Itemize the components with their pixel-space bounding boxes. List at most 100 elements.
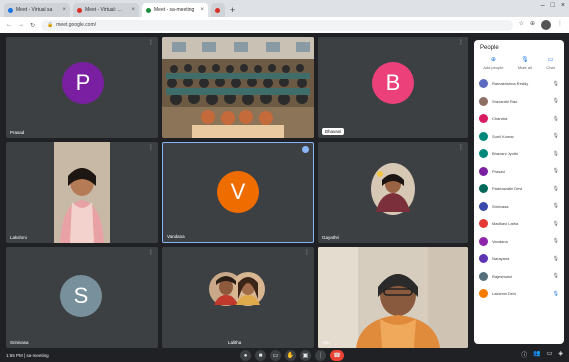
reload-icon[interactable]: ↻ bbox=[30, 22, 35, 29]
call-controls: ● ■ ▭ ✋ ▣ ⋮ ☎ bbox=[240, 350, 344, 361]
participant-tile-srinivasa[interactable]: S ⋮ Srinivasa bbox=[6, 247, 158, 348]
mic-icon[interactable]: 🎙 bbox=[553, 256, 559, 262]
mic-icon[interactable]: 🎙 bbox=[553, 168, 559, 174]
participant-name: You bbox=[322, 340, 330, 345]
browser-tab-3[interactable]: Meet - sa-meeting × bbox=[142, 3, 208, 17]
avatar bbox=[479, 79, 488, 89]
new-tab-button[interactable]: + bbox=[230, 5, 235, 15]
list-item[interactable]: Srinivasa 🎙 bbox=[474, 198, 564, 216]
mic-icon[interactable]: 🎙 bbox=[553, 186, 559, 192]
list-item[interactable]: Madhavi Latha 🎙 bbox=[474, 215, 564, 233]
camera-icon[interactable]: ■ bbox=[255, 350, 266, 361]
tab-label: Meet - Virtual: … bbox=[85, 7, 123, 13]
list-item[interactable]: Bhavani Jyothi 🎙 bbox=[474, 145, 564, 163]
participant-photo bbox=[371, 163, 415, 215]
close-tab-icon[interactable]: × bbox=[131, 7, 135, 13]
participant-tile-gayathri[interactable]: ⋮ Gayathri bbox=[318, 142, 468, 243]
avatar bbox=[479, 219, 488, 229]
participant-tile-lakshmi[interactable]: ⋮ Lakshmi bbox=[6, 142, 158, 243]
mic-icon[interactable]: 🎙 bbox=[553, 203, 559, 209]
mic-icon[interactable]: 🎙 bbox=[553, 151, 559, 157]
close-tab-icon[interactable]: × bbox=[62, 7, 66, 13]
list-item[interactable]: Chandra 🎙 bbox=[474, 110, 564, 128]
mic-icon[interactable]: 🎙 bbox=[553, 221, 559, 227]
lock-icon: 🔒 bbox=[47, 22, 54, 28]
extensions-icon[interactable]: ⊕ bbox=[530, 20, 535, 30]
back-icon[interactable]: ← bbox=[6, 22, 12, 28]
more-icon[interactable]: ⋮ bbox=[315, 350, 326, 361]
forward-icon[interactable]: → bbox=[18, 22, 24, 28]
toolbar-right: ☆ ⊕ ⋮ bbox=[519, 20, 563, 30]
browser-chrome: Meet - Virtual sa × Meet - Virtual: … × … bbox=[0, 0, 569, 33]
avatar: P bbox=[62, 62, 104, 104]
chat-button[interactable]: ▭ Chat bbox=[546, 56, 554, 70]
list-item[interactable]: Rajeshwari 🎙 bbox=[474, 268, 564, 286]
people-panel: People ⊕ Add people 🎙 Mute all ▭ Chat Ra… bbox=[474, 40, 564, 344]
people-icon[interactable]: 👥 bbox=[533, 350, 540, 359]
list-item[interactable]: Ramakrishna Reddy 🎙 bbox=[474, 75, 564, 93]
tab-label: Meet - sa-meeting bbox=[154, 7, 195, 13]
add-people-button[interactable]: ⊕ Add people bbox=[483, 56, 503, 70]
list-item[interactable]: Narayana 🎙 bbox=[474, 250, 564, 268]
mic-icon[interactable]: 🎙 bbox=[553, 273, 559, 279]
list-item[interactable]: Vandana 🎙 bbox=[474, 233, 564, 251]
browser-tab-2[interactable]: Meet - Virtual: … × bbox=[73, 3, 139, 17]
avatar bbox=[479, 236, 488, 246]
participant-name: Gayathri bbox=[322, 235, 340, 240]
mic-icon[interactable]: 🎙 bbox=[553, 238, 559, 244]
window-controls: – □ × bbox=[541, 2, 565, 9]
menu-icon[interactable]: ⋮ bbox=[557, 20, 563, 30]
close-window-icon[interactable]: × bbox=[561, 2, 565, 9]
mic-icon[interactable]: 🎙 bbox=[553, 116, 559, 122]
participant-name: Srinivasa bbox=[10, 340, 29, 345]
list-item[interactable]: Prasad 🎙 bbox=[474, 163, 564, 181]
chat-icon[interactable]: ▭ bbox=[547, 350, 553, 359]
star-icon[interactable]: ☆ bbox=[519, 20, 524, 30]
list-item[interactable]: Sunil Kumar 🎙 bbox=[474, 128, 564, 146]
participant-tile-self[interactable]: You bbox=[318, 247, 468, 348]
mic-icon[interactable]: 🎙 bbox=[553, 291, 559, 297]
address-bar[interactable]: 🔒 meet.google.com/ bbox=[41, 19, 513, 31]
more-options-icon[interactable]: ⋮ bbox=[458, 39, 464, 46]
participant-tile-lalitha[interactable]: ⋮ Lalitha bbox=[162, 247, 314, 348]
info-icon[interactable]: ⓘ bbox=[521, 350, 527, 359]
list-item[interactable]: Sravanthi Rao 🎙 bbox=[474, 93, 564, 111]
avatar bbox=[479, 254, 488, 264]
participant-name: Lalitha bbox=[228, 340, 242, 345]
close-tab-icon[interactable]: × bbox=[200, 7, 204, 13]
mic-icon[interactable]: ● bbox=[240, 350, 251, 361]
present-icon[interactable]: ▣ bbox=[300, 350, 311, 361]
raise-hand-icon[interactable]: ✋ bbox=[285, 350, 296, 361]
activities-icon[interactable]: ◈ bbox=[558, 350, 563, 359]
avatar bbox=[479, 114, 488, 124]
tab-favicon-icon bbox=[77, 7, 82, 13]
participant-tile-classroom[interactable]: ⋮ bbox=[162, 37, 314, 138]
avatar bbox=[479, 271, 488, 281]
browser-tab-4[interactable] bbox=[211, 3, 225, 17]
participant-tile-bhavani[interactable]: B ⋮ Bhavani bbox=[318, 37, 468, 138]
list-item[interactable]: Lakshmi Devi 🎙 bbox=[474, 285, 564, 303]
meet-stage: P ⋮ Prasad ⋮ B ⋮ Bhavani ⋮ Lakshmi V Van… bbox=[0, 33, 569, 362]
more-options-icon[interactable]: ⋮ bbox=[148, 144, 154, 151]
more-options-icon[interactable]: ⋮ bbox=[304, 39, 310, 46]
meeting-controls-bar: 1:55 PM | sa-meeting ● ■ ▭ ✋ ▣ ⋮ ☎ ⓘ 👥 ▭… bbox=[0, 349, 569, 362]
more-options-icon[interactable]: ⋮ bbox=[148, 249, 154, 256]
more-options-icon[interactable]: ⋮ bbox=[148, 39, 154, 46]
maximize-icon[interactable]: □ bbox=[551, 2, 555, 9]
browser-tab-1[interactable]: Meet - Virtual sa × bbox=[4, 3, 70, 17]
mic-icon[interactable]: 🎙 bbox=[553, 81, 559, 87]
list-item[interactable]: Padmavathi Devi 🎙 bbox=[474, 180, 564, 198]
participant-tile-vandana[interactable]: V Vandana bbox=[162, 142, 314, 243]
more-options-icon[interactable]: ⋮ bbox=[458, 144, 464, 151]
avatar bbox=[479, 289, 488, 299]
mic-icon[interactable]: 🎙 bbox=[553, 133, 559, 139]
tab-label: Meet - Virtual sa bbox=[16, 7, 53, 13]
captions-icon[interactable]: ▭ bbox=[270, 350, 281, 361]
mute-all-button[interactable]: 🎙 Mute all bbox=[518, 56, 532, 70]
end-call-icon[interactable]: ☎ bbox=[330, 350, 344, 361]
minimize-icon[interactable]: – bbox=[541, 2, 545, 9]
participant-tile-prasad[interactable]: P ⋮ Prasad bbox=[6, 37, 158, 138]
more-options-icon[interactable]: ⋮ bbox=[304, 249, 310, 256]
mic-icon[interactable]: 🎙 bbox=[553, 98, 559, 104]
profile-avatar[interactable] bbox=[541, 20, 551, 30]
